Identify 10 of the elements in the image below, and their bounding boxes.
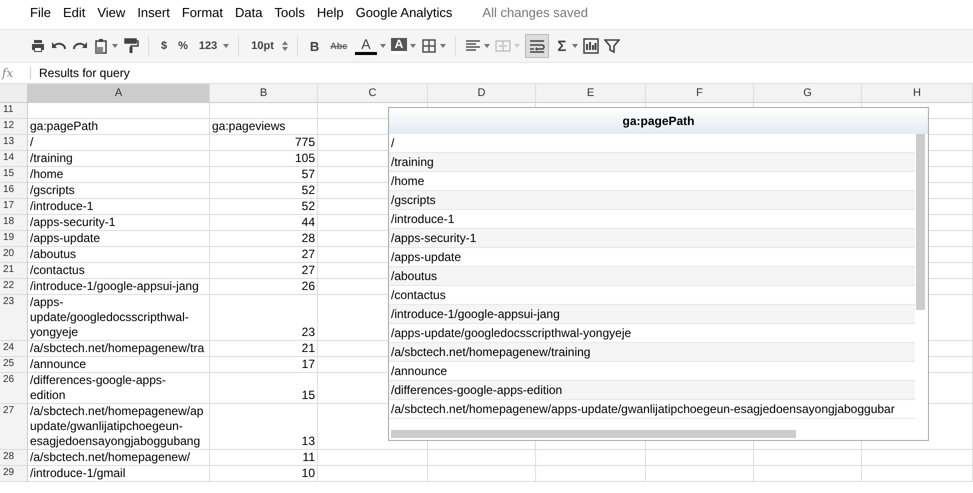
formula-label: fx — [0, 66, 14, 80]
table-cell: /gscripts — [389, 191, 915, 210]
table-cell: /a/sbctech.net/homepagenew/apps-update/gwanlijatipchoegeun-esagjedoensayongjaboggubar — [389, 400, 915, 419]
table-cell: /a/sbctech.net/homepagenew/training — [389, 343, 915, 362]
table-cell: /aboutus — [389, 267, 915, 286]
table-cell: /differences-google-apps-edition — [389, 381, 915, 400]
save-status: All changes saved — [482, 4, 588, 20]
table-cell: /apps-security-1 — [389, 229, 915, 248]
table-cell: /training — [389, 153, 915, 172]
table-cell: /introduce-1/google-appsui-jang — [389, 305, 915, 324]
